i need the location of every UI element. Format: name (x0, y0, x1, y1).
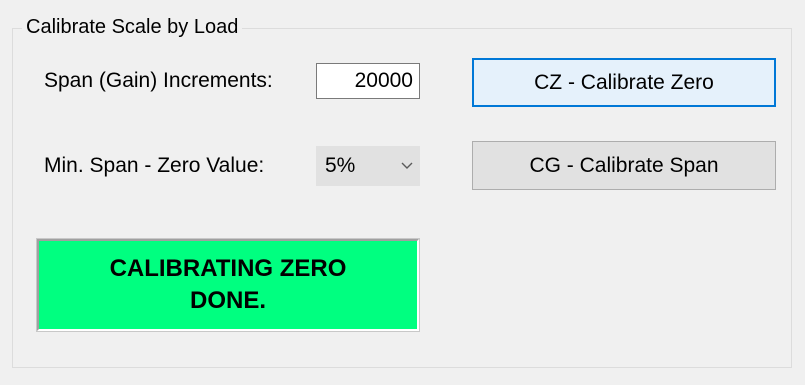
calibrate-zero-button[interactable]: CZ - Calibrate Zero (472, 58, 776, 107)
status-line-2: DONE. (189, 287, 266, 314)
calibrate-span-button[interactable]: CG - Calibrate Span (472, 141, 776, 190)
calibration-window: Calibrate Scale by Load Span (Gain) Incr… (0, 0, 805, 385)
min-span-zero-label: Min. Span - Zero Value: (44, 154, 265, 177)
span-increments-label: Span (Gain) Increments: (44, 69, 273, 92)
chevron-down-icon[interactable] (395, 162, 419, 170)
span-increments-input[interactable] (316, 63, 420, 99)
min-span-zero-select[interactable]: 5% (316, 146, 420, 186)
min-span-zero-selected-value: 5% (325, 154, 356, 177)
status-line-1: CALIBRATING ZERO (109, 255, 347, 282)
status-panel: CALIBRATING ZERO DONE. (36, 238, 420, 332)
groupbox-title: Calibrate Scale by Load (22, 14, 243, 40)
